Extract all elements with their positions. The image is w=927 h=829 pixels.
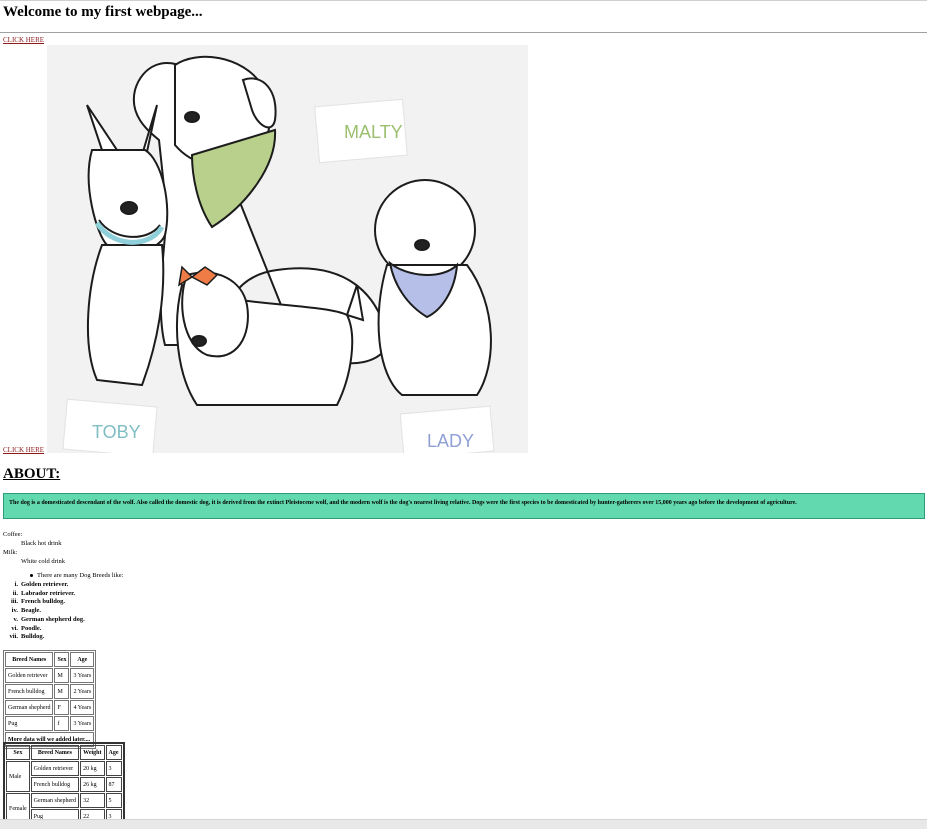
definition-term: Coffee: bbox=[3, 531, 23, 538]
divider bbox=[0, 32, 927, 33]
top-border bbox=[0, 0, 927, 1]
table-row: Golden retriever M 3 Years bbox=[5, 668, 95, 683]
table-row: Male Golden retriever 20 kg 3 bbox=[6, 761, 122, 792]
table-cell: 20 kg bbox=[80, 761, 105, 776]
table-cell: 4 Years bbox=[70, 700, 95, 715]
table-cell: 2 Years bbox=[70, 684, 95, 699]
table-cell: 32 bbox=[80, 793, 105, 808]
table-cell: German shepherd bbox=[5, 700, 54, 715]
table-header-row: Sex Breed Names Weight Age bbox=[6, 745, 122, 760]
list-item: vii. Bulldog. bbox=[9, 633, 45, 641]
lady-card-text: LADY bbox=[427, 431, 474, 451]
dogs-illustration-image[interactable]: MALTY TOBY LADY bbox=[47, 45, 528, 453]
table-cell: Pug bbox=[5, 716, 54, 731]
column-header: Weight bbox=[80, 745, 105, 760]
column-header: Sex bbox=[6, 745, 30, 760]
table-cell: M bbox=[54, 668, 70, 683]
list-item: ii. Labrador retriever. bbox=[12, 589, 76, 597]
about-heading: ABOUT: bbox=[3, 466, 61, 482]
list-item: vi. Poodle. bbox=[11, 624, 42, 632]
sex-group-cell: Male bbox=[6, 761, 30, 792]
table-cell: 26 kg bbox=[80, 777, 105, 792]
table-cell: French bulldog bbox=[30, 777, 80, 792]
table-row: German shepherd F 4 Years bbox=[5, 700, 95, 715]
table-cell: f bbox=[54, 716, 70, 731]
definition-description: Black hot drink bbox=[21, 540, 62, 547]
page-title: Welcome to my first webpage... bbox=[3, 4, 203, 20]
table-cell: Golden retriever bbox=[5, 668, 54, 683]
list-item: i. Golden retriever. bbox=[14, 581, 69, 588]
column-header: Breed Names bbox=[5, 652, 54, 667]
breeds-ordered-list: i. Golden retriever. ii. Labrador retrieve… bbox=[0, 581, 85, 642]
bullet-item: There are many Dog Breeds like: bbox=[37, 572, 124, 579]
table-header-row: Breed Names Sex Age bbox=[5, 652, 95, 667]
table-cell: French bulldog bbox=[5, 684, 54, 699]
table-row: Female German shepherd 32 5 bbox=[6, 793, 122, 824]
malty-card-text: MALTY bbox=[344, 122, 403, 142]
list-item: iii. French bulldog. bbox=[10, 598, 65, 606]
table-cell: 87 bbox=[105, 777, 122, 792]
list-item: iv. Beagle. bbox=[11, 607, 42, 615]
breed-weight-table: Sex Breed Names Weight Age Male Golden r… bbox=[3, 742, 125, 827]
table-cell: 5 bbox=[105, 793, 122, 808]
breed-table: Breed Names Sex Age Golden retriever M 3… bbox=[3, 650, 97, 749]
table-row: French bulldog M 2 Years bbox=[5, 684, 95, 699]
table-cell: 3 Years bbox=[70, 716, 95, 731]
about-text-box: The dog is a domesticated descendant of … bbox=[3, 493, 925, 519]
table-cell: F bbox=[54, 700, 70, 715]
click-here-link-top[interactable]: CLICK HERE bbox=[3, 36, 44, 44]
table-cell: 3 bbox=[105, 761, 122, 776]
list-item: v. German shepherd dog. bbox=[13, 615, 85, 623]
column-header: Breed Names bbox=[30, 745, 80, 760]
definition-term: Milk: bbox=[3, 549, 18, 556]
toby-card-text: TOBY bbox=[92, 422, 141, 442]
click-here-link-bottom[interactable]: CLICK HERE bbox=[3, 446, 44, 454]
column-header: Sex bbox=[54, 652, 70, 667]
table-cell: 3 Years bbox=[70, 668, 95, 683]
table-cell: Golden retriever bbox=[30, 761, 80, 776]
table-cell: M bbox=[54, 684, 70, 699]
bullet-icon bbox=[30, 574, 33, 578]
table-cell: German shepherd bbox=[30, 793, 80, 808]
table-row: Pug f 3 Years bbox=[5, 716, 95, 731]
definition-list: Coffee: Black hot drink Milk: White cold… bbox=[3, 530, 65, 566]
definition-description: White cold drink bbox=[21, 558, 66, 565]
column-header: Age bbox=[70, 652, 95, 667]
column-header: Age bbox=[105, 745, 122, 760]
bullet-list: There are many Dog Breeds like: bbox=[30, 572, 123, 579]
